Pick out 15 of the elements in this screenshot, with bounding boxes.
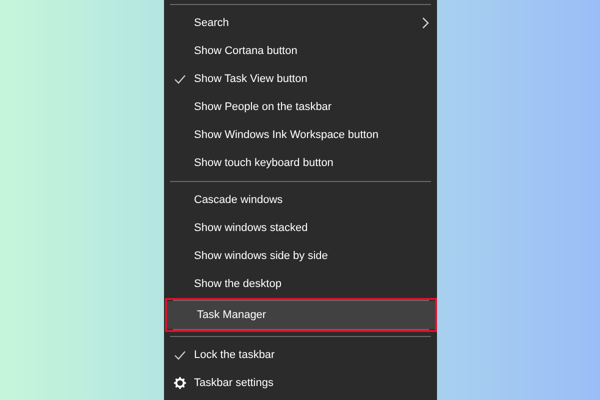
- menu-item[interactable]: Show windows stacked: [164, 214, 437, 242]
- menu-item[interactable]: Show People on the taskbar: [164, 93, 437, 121]
- chevron-right-icon: [422, 17, 429, 29]
- menu-item[interactable]: Show the desktop: [164, 270, 437, 298]
- menu-item[interactable]: Show Cortana button: [164, 37, 437, 65]
- menu-item[interactable]: Show touch keyboard button: [164, 149, 437, 177]
- menu-item[interactable]: Search: [164, 9, 437, 37]
- gear-icon: [174, 377, 186, 389]
- menu-item[interactable]: Cascade windows: [164, 186, 437, 214]
- menu-item[interactable]: Show windows side by side: [164, 242, 437, 270]
- menu-item[interactable]: Task Manager: [167, 301, 435, 329]
- menu-item[interactable]: Show Windows Ink Workspace button: [164, 121, 437, 149]
- menu-item[interactable]: Show Task View button: [164, 65, 437, 93]
- menu-item[interactable]: Lock the taskbar: [164, 341, 437, 369]
- menu-item[interactable]: Taskbar settings: [164, 369, 437, 397]
